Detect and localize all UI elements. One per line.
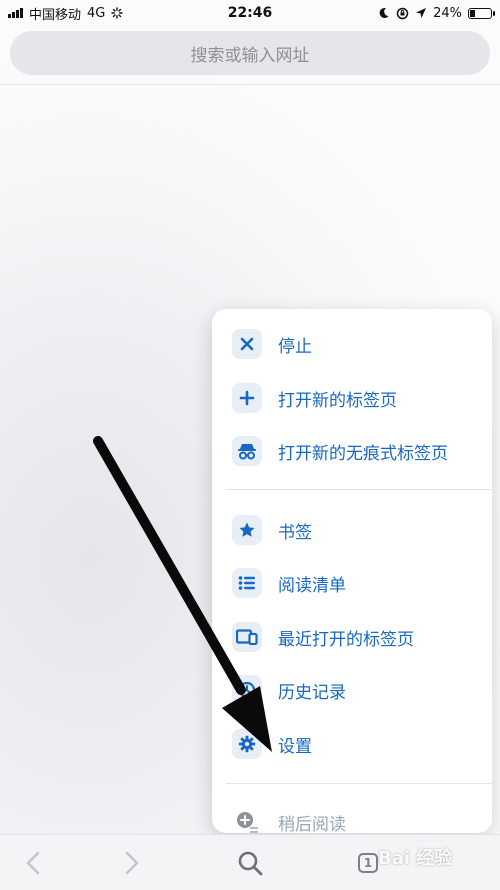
rotation-lock-icon xyxy=(396,7,409,19)
tab-count: 1 xyxy=(358,852,378,873)
battery-percent: 24% xyxy=(433,5,462,21)
menu-item-history[interactable]: 历史记录 xyxy=(212,670,492,710)
star-icon xyxy=(232,515,262,545)
battery-fill xyxy=(470,9,475,17)
menu-item-reading-list[interactable]: 阅读清单 xyxy=(212,563,492,603)
gear-icon xyxy=(232,729,262,759)
status-right: 24% xyxy=(378,5,495,21)
moon-icon xyxy=(379,8,389,19)
menu-item-bookmarks[interactable]: 书签 xyxy=(212,510,492,550)
search-placeholder: 搜索或输入网址 xyxy=(190,45,310,66)
menu-item-label: 稍后阅读 xyxy=(278,814,346,835)
location-arrow-icon xyxy=(416,8,427,18)
plus-icon xyxy=(232,383,262,413)
menu-item-new-tab[interactable]: 打开新的标签页 xyxy=(212,378,492,418)
list-icon xyxy=(232,568,262,598)
menu-item-label: 设置 xyxy=(278,736,312,757)
menu-item-label: 书签 xyxy=(278,522,312,543)
menu-item-label: 阅读清单 xyxy=(278,575,346,596)
menu-item-label: 停止 xyxy=(278,336,312,357)
menu-item-label: 历史记录 xyxy=(278,682,346,703)
menu-item-new-incognito-tab[interactable]: 打开新的无痕式标签页 xyxy=(212,431,492,471)
incognito-icon xyxy=(232,436,262,466)
devices-icon xyxy=(232,622,262,652)
menu-item-settings[interactable]: 设置 xyxy=(212,724,492,764)
chevron-right-icon xyxy=(125,851,139,874)
back-button[interactable] xyxy=(8,835,58,890)
chevron-left-icon xyxy=(26,851,40,874)
status-bar: 中国移动 4G 22:46 24% xyxy=(0,0,500,26)
search-input[interactable]: 搜索或输入网址 xyxy=(10,31,490,75)
menu-item-label: 打开新的标签页 xyxy=(278,390,397,411)
battery-icon xyxy=(468,7,495,19)
watermark: Bai 经验 xyxy=(378,848,453,869)
close-icon xyxy=(232,329,262,359)
menu-item-stop[interactable]: 停止 xyxy=(212,324,492,364)
menu-item-label: 打开新的无痕式标签页 xyxy=(278,443,448,464)
menu-separator xyxy=(226,489,492,490)
add-circle-icon xyxy=(232,807,262,837)
menu-separator xyxy=(226,783,492,784)
menu-item-recent-tabs[interactable]: 最近打开的标签页 xyxy=(212,617,492,657)
history-icon xyxy=(232,675,262,705)
search-button[interactable] xyxy=(225,835,275,890)
search-icon xyxy=(238,851,263,875)
header-divider xyxy=(0,84,500,85)
forward-button[interactable] xyxy=(107,835,157,890)
menu-item-label: 最近打开的标签页 xyxy=(278,629,414,650)
